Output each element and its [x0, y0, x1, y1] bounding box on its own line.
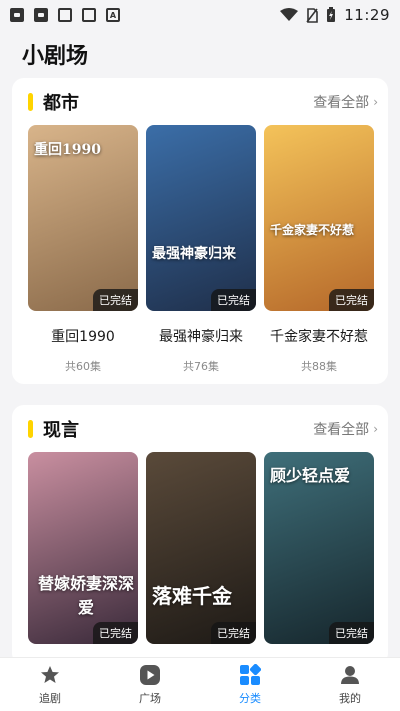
poster-title-art: 顾少轻点爱 — [270, 466, 351, 485]
status-time: 11:29 — [344, 6, 390, 24]
drama-card[interactable]: 重回1990 已完结 重回1990 共60集 — [28, 125, 138, 374]
section-header: 现言 查看全部 › — [12, 405, 388, 453]
battery-charging-icon — [327, 7, 336, 22]
drama-card[interactable]: 千金家妻不好惹 已完结 千金家妻不好惹 共88集 — [264, 125, 374, 374]
play-icon — [139, 664, 161, 686]
star-icon — [39, 664, 61, 686]
nav-item-zhuiju[interactable]: 追剧 — [10, 664, 90, 706]
nav-item-guangchang[interactable]: 广场 — [110, 664, 190, 706]
chevron-right-icon: › — [373, 422, 378, 436]
drama-poster[interactable]: 落难千金 已完结 — [146, 452, 256, 644]
episode-count: 共88集 — [301, 360, 337, 373]
category-icon — [239, 663, 261, 686]
nav-item-wode[interactable]: 我的 — [310, 664, 390, 706]
drama-poster[interactable]: 替嫁娇妻深深爱 已完结 — [28, 452, 138, 644]
no-sim-icon — [306, 7, 319, 23]
nav-label: 分类 — [239, 691, 261, 705]
section-dushi: 都市 查看全部 › 重回1990 已完结 重回1990 共60集 最强神豪归来 … — [12, 78, 388, 384]
chevron-right-icon: › — [373, 95, 378, 109]
status-badge: 已完结 — [211, 289, 256, 311]
status-badge: 已完结 — [329, 622, 374, 644]
image-icon — [34, 8, 48, 22]
book-icon — [82, 8, 96, 22]
user-icon — [339, 664, 361, 686]
section-xianyan: 现言 查看全部 › 替嫁娇妻深深爱 已完结 落难千金 已完结 顾少轻点爱 已完结 — [12, 405, 388, 665]
poster-title-art: 千金家妻不好惹 — [270, 223, 355, 237]
poster-title-art: 替嫁娇妻深深爱 — [37, 574, 134, 617]
drama-card[interactable]: 顾少轻点爱 已完结 — [264, 452, 374, 644]
drama-poster[interactable]: 千金家妻不好惹 已完结 — [264, 125, 374, 311]
episode-count: 共60集 — [65, 360, 101, 373]
poster-title-art: 重回1990 — [34, 142, 101, 158]
status-badge: 已完结 — [93, 289, 138, 311]
see-all-link[interactable]: 查看全部 › — [313, 419, 378, 439]
see-all-label: 查看全部 — [313, 95, 370, 111]
drama-poster[interactable]: 重回1990 已完结 — [28, 125, 138, 311]
status-badge: 已完结 — [211, 622, 256, 644]
drama-title: 千金家妻不好惹 — [270, 329, 368, 345]
bottom-nav: 追剧 广场 分类 我的 — [0, 657, 400, 711]
page-title: 小剧场 — [22, 44, 89, 69]
nav-label: 广场 — [139, 691, 161, 705]
wifi-icon — [280, 8, 299, 21]
image-icon — [10, 8, 24, 22]
poster-image — [264, 125, 374, 311]
see-all-link[interactable]: 查看全部 › — [313, 92, 378, 112]
drama-title: 最强神豪归来 — [159, 329, 243, 345]
see-all-label: 查看全部 — [313, 422, 370, 438]
poster-image — [146, 452, 256, 644]
drama-poster[interactable]: 最强神豪归来 已完结 — [146, 125, 256, 311]
section-accent-bar — [28, 93, 33, 111]
drama-title: 重回1990 — [51, 329, 115, 345]
status-bar: A 11:29 — [0, 0, 400, 30]
section-header: 都市 查看全部 › — [12, 78, 388, 126]
text-a-icon: A — [106, 8, 120, 22]
nav-label: 追剧 — [39, 691, 61, 705]
drama-poster[interactable]: 顾少轻点爱 已完结 — [264, 452, 374, 644]
book-icon — [58, 8, 72, 22]
poster-image — [146, 125, 256, 311]
section-title: 都市 — [43, 93, 79, 114]
drama-card[interactable]: 最强神豪归来 已完结 最强神豪归来 共76集 — [146, 125, 256, 374]
status-badge: 已完结 — [93, 622, 138, 644]
poster-title-art: 落难千金 — [152, 584, 232, 608]
status-badge: 已完结 — [329, 289, 374, 311]
nav-item-fenlei[interactable]: 分类 — [210, 663, 290, 706]
poster-title-art: 最强神豪归来 — [152, 246, 236, 262]
episode-count: 共76集 — [183, 360, 219, 373]
nav-label: 我的 — [339, 691, 361, 705]
drama-card[interactable]: 落难千金 已完结 — [146, 452, 256, 644]
section-title: 现言 — [43, 420, 79, 441]
section-accent-bar — [28, 420, 33, 438]
drama-card[interactable]: 替嫁娇妻深深爱 已完结 — [28, 452, 138, 644]
